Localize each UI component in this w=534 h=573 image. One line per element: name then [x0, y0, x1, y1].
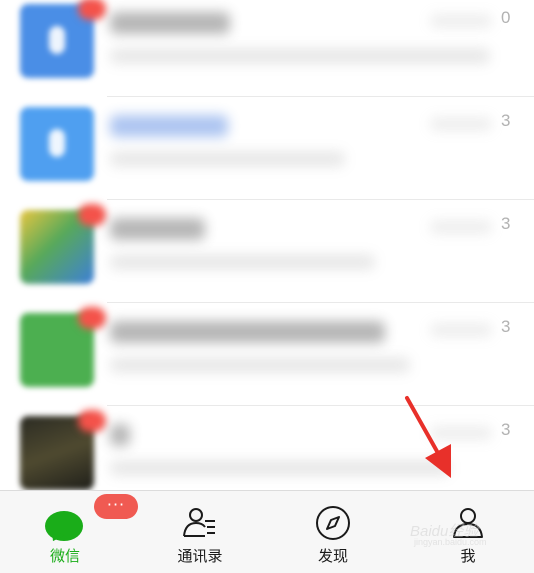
chat-name	[110, 424, 130, 446]
tab-chats[interactable]: ··· 微信	[15, 491, 138, 573]
chat-row[interactable]: 3	[0, 303, 534, 406]
tab-contacts[interactable]: 通讯录	[150, 491, 250, 573]
unread-badge	[78, 410, 106, 432]
compass-icon	[316, 506, 350, 540]
chat-time-fragment: 3	[501, 317, 511, 336]
chat-row[interactable]: 3	[0, 97, 534, 200]
tab-label: 发现	[317, 547, 348, 565]
unread-badge	[78, 204, 106, 226]
unread-badge	[78, 307, 106, 329]
chat-avatar	[20, 107, 94, 181]
contacts-icon	[183, 508, 215, 537]
chat-name	[110, 218, 205, 240]
chat-time	[430, 220, 492, 234]
chat-name	[110, 115, 228, 137]
tab-discover[interactable]: 发现	[283, 491, 383, 573]
tab-label: 通讯录	[177, 547, 223, 565]
chat-time-fragment: 3	[501, 420, 511, 439]
chat-name	[110, 321, 385, 343]
chat-time	[430, 117, 492, 131]
chat-row[interactable]: 3	[0, 200, 534, 303]
chat-row[interactable]: 0	[0, 0, 534, 97]
baidu-watermark: Baidu经验 jingyan.baidu.com	[410, 523, 487, 547]
chat-time-fragment: 0	[501, 8, 511, 27]
unread-badge	[78, 0, 106, 20]
tab-label: 微信	[49, 547, 80, 565]
annotation-arrow-icon	[405, 396, 451, 478]
chat-preview	[110, 254, 375, 270]
chat-preview	[110, 48, 490, 64]
chat-name	[110, 12, 230, 34]
chat-preview	[110, 357, 410, 373]
chat-preview	[110, 151, 345, 167]
chat-time-fragment: 3	[501, 111, 511, 130]
chat-time	[430, 14, 492, 28]
chat-time-fragment: 3	[501, 214, 511, 233]
unread-dots-badge: ···	[94, 494, 138, 519]
chat-time	[430, 323, 492, 337]
